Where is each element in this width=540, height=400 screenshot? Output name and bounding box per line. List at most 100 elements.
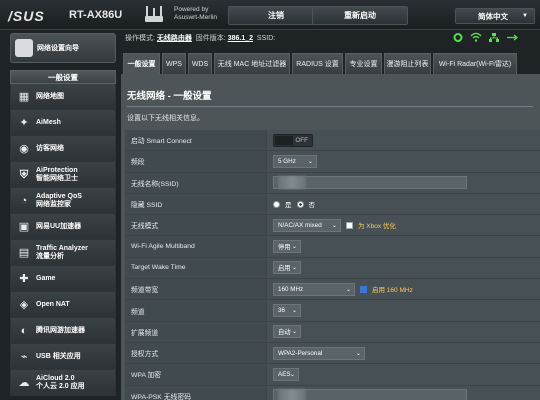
- row-ssid: 无线名称(SSID): [125, 172, 540, 194]
- tab-professional[interactable]: 专业设置: [345, 53, 382, 74]
- wpa-enc-select[interactable]: AES ⌄: [273, 367, 299, 381]
- guest-network-icon: ◉: [19, 142, 29, 155]
- tab-general[interactable]: 一般设置: [123, 53, 160, 74]
- ext-channel-select[interactable]: 自动 ⌄: [273, 325, 301, 339]
- language-select[interactable]: 简体中文 ▼: [455, 8, 535, 24]
- channel-select[interactable]: 36 ⌄: [273, 304, 301, 318]
- wpa-psk-input[interactable]: [273, 389, 467, 400]
- multiband-label: Wi-Fi Agile Multiband: [125, 236, 267, 257]
- wpa-psk-label: WPA-PSK 无线密码: [125, 385, 267, 400]
- row-band: 频段 5 GHz ⌄: [125, 151, 540, 173]
- sidebar-item-label: Open NAT: [36, 300, 70, 308]
- traffic-analyzer-icon: ▤: [18, 246, 30, 259]
- chevron-down-icon: ⌄: [355, 350, 361, 357]
- tab-wps[interactable]: WPS: [162, 53, 186, 74]
- sidebar-item-open-nat[interactable]: ◈ Open NAT: [10, 292, 116, 318]
- asus-logo: /SUS: [8, 8, 45, 24]
- bandwidth-select[interactable]: 160 MHz ⌄: [273, 282, 355, 296]
- row-wireless-mode: 无线模式 N/AC/AX mixed ⌄ 为 Xbox 优化: [125, 215, 540, 237]
- sidebar-item-label: 访客网络: [36, 144, 64, 152]
- sidebar-item-traffic-analyzer[interactable]: ▤ Traffic Analyzer 流量分析: [10, 240, 116, 266]
- wireless-mode-value: N/AC/AX mixed: [278, 221, 322, 229]
- sidebar-item-guest-network[interactable]: ◉ 访客网络: [10, 136, 116, 162]
- usb-status-icon[interactable]: [506, 32, 518, 43]
- sidebar-item-label: 网络地图: [36, 92, 64, 100]
- quick-setup-button[interactable]: 网络设置向导: [10, 33, 116, 63]
- wireless-mode-select[interactable]: N/AC/AX mixed ⌄: [273, 218, 341, 232]
- twt-value: 启用: [278, 265, 291, 273]
- status-icons: [452, 32, 518, 43]
- sidebar-item-adaptive-qos[interactable]: ◔ Adaptive QoS 网络监控家: [10, 188, 116, 214]
- twt-select[interactable]: 启用 ⌄: [273, 261, 301, 275]
- sidebar-item-uu-booster[interactable]: ▣ 网易UU加速器: [10, 214, 116, 240]
- smart-connect-state: OFF: [295, 136, 308, 144]
- page-description: 设置以下无线相关信息。: [127, 115, 204, 122]
- usb-icon: ⌁: [20, 350, 28, 363]
- ssid-redacted: [278, 176, 306, 190]
- ext-channel-label: 扩展频道: [125, 321, 267, 342]
- sidebar-item-network-map[interactable]: ▦ 网络地图: [10, 84, 116, 110]
- sidebar-item-label: AiCloud 2.0: [36, 374, 75, 382]
- sidebar-item-label: Game: [36, 274, 56, 282]
- wizard-icon: [15, 39, 33, 57]
- sidebar-item-game-booster[interactable]: ◐ 腾讯网游加速器: [10, 318, 116, 344]
- psk-redacted: [278, 389, 306, 400]
- bandwidth-label: 频道带宽: [125, 279, 267, 300]
- xbox-optimize-label: 为 Xbox 优化: [358, 223, 396, 231]
- chevron-down-icon: ⌄: [331, 222, 337, 229]
- ssid-label: SSID:: [256, 35, 276, 42]
- sidebar-menu: ▦ 网络地图 ✦ AiMesh ◉ 访客网络 ⛨ AiProtection 智能网络卫士 …: [10, 84, 116, 396]
- hide-ssid-no-label: 否: [308, 202, 316, 210]
- language-label: 简体中文: [478, 11, 508, 21]
- network-icon[interactable]: [488, 32, 500, 43]
- reboot-button[interactable]: 重新启动: [312, 6, 408, 25]
- ssid-input[interactable]: [273, 176, 467, 190]
- sidebar-item-usb[interactable]: ⌁ USB 相关应用: [10, 344, 116, 370]
- wpa-enc-label: WPA 加密: [125, 364, 267, 385]
- sidebar-section-title: 一般设置: [10, 70, 116, 84]
- gear-icon[interactable]: [452, 32, 464, 43]
- tab-mac-filter[interactable]: 无线 MAC 地址过滤器: [214, 53, 290, 74]
- sidebar-item-sublabel: 智能网络卫士: [36, 174, 78, 182]
- row-multiband: Wi-Fi Agile Multiband 停用 ⌄: [125, 236, 540, 258]
- settings-form: 启动 Smart Connect OFF 频段 5 GHz ⌄ 无线名称(SSID…: [125, 130, 540, 400]
- hide-ssid-yes-radio[interactable]: [273, 200, 280, 208]
- channel-value: 36: [278, 307, 286, 315]
- sidebar-item-sublabel: 网络监控家: [36, 200, 71, 208]
- chevron-down-icon: ⌄: [289, 371, 295, 378]
- row-auth: 授权方式 WPA2-Personal ⌄: [125, 342, 540, 365]
- tab-bar: 一般设置 WPS WDS 无线 MAC 地址过滤器 RADIUS 设置 专业设置…: [123, 53, 540, 74]
- shield-icon: ⛨: [19, 168, 29, 181]
- sidebar-item-game[interactable]: ✚ Game: [10, 266, 116, 292]
- chevron-down-icon: ⌄: [291, 244, 297, 251]
- smart-connect-toggle[interactable]: OFF: [273, 133, 313, 147]
- sidebar-item-label: Traffic Analyzer: [36, 244, 88, 252]
- logout-button[interactable]: 注销: [228, 6, 324, 25]
- tab-wds[interactable]: WDS: [188, 53, 212, 74]
- band-select[interactable]: 5 GHz ⌄: [273, 154, 317, 168]
- wifi-icon[interactable]: [470, 32, 482, 43]
- sidebar-item-aicloud[interactable]: ☁ AiCloud 2.0 个人云 2.0 应用: [10, 370, 116, 396]
- router-model: RT-AX86U: [69, 9, 123, 21]
- sidebar-item-label: 网易UU加速器: [36, 222, 82, 230]
- tab-wifi-radar[interactable]: Wi-Fi Radar(Wi-Fi雷达): [433, 53, 517, 74]
- chevron-down-icon: ⌄: [291, 308, 297, 315]
- tab-radius[interactable]: RADIUS 设置: [292, 53, 343, 74]
- chevron-down-icon: ⌄: [307, 158, 313, 165]
- firmware-value[interactable]: 386.1_2: [228, 35, 253, 42]
- xbox-optimize-checkbox[interactable]: [346, 221, 353, 229]
- row-wpa-psk: WPA-PSK 无线密码: [125, 385, 540, 400]
- sidebar-item-aimesh[interactable]: ✦ AiMesh: [10, 110, 116, 136]
- hide-ssid-no-radio[interactable]: [296, 200, 304, 208]
- content-panel: 无线网络 - 一般设置 设置以下无线相关信息。 启动 Smart Connect…: [121, 74, 540, 400]
- sidebar-item-label: USB 相关应用: [36, 352, 81, 360]
- mode-value[interactable]: 无线路由器: [157, 35, 192, 42]
- tab-roaming-block[interactable]: 漫游阻止列表: [384, 53, 431, 74]
- ssid-label: 无线名称(SSID): [125, 172, 267, 193]
- multiband-value: 停用: [278, 244, 291, 252]
- sidebar-item-aiprotection[interactable]: ⛨ AiProtection 智能网络卫士: [10, 162, 116, 188]
- row-hide-ssid: 隐藏 SSID 是 否: [125, 193, 540, 216]
- enable-160-checkbox[interactable]: [360, 285, 367, 293]
- auth-select[interactable]: WPA2-Personal ⌄: [273, 346, 365, 360]
- multiband-select[interactable]: 停用 ⌄: [273, 240, 301, 254]
